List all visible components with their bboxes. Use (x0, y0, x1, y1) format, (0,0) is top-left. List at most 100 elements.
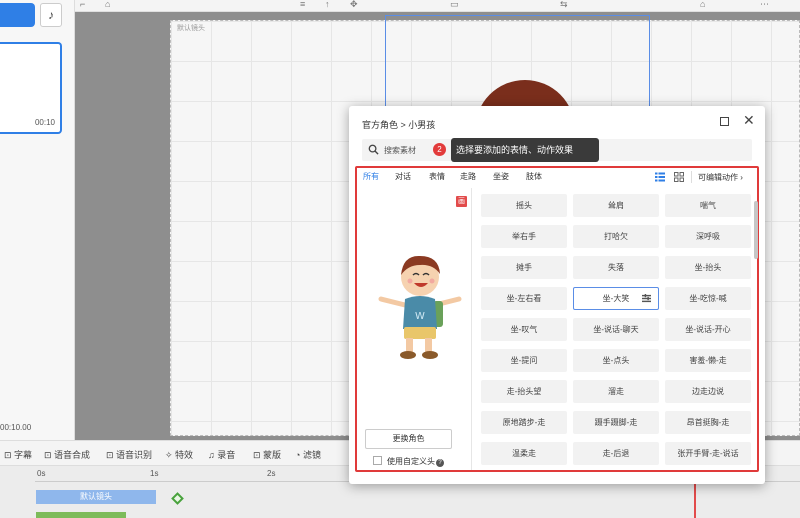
action-item-label: 举右手 (512, 232, 536, 241)
action-item-label: 坐-叹气 (510, 325, 538, 334)
ruler-tick: 2s (267, 469, 276, 478)
tool-record[interactable]: ♫ 录音 (208, 448, 235, 461)
action-item[interactable]: 边走边说 (665, 380, 751, 403)
canvas-label: 默认镜头 (177, 25, 205, 32)
edit-action-icon[interactable] (642, 294, 651, 303)
help-icon[interactable]: ? (436, 459, 444, 467)
action-item[interactable]: 张开手臂-走-说话 (665, 442, 751, 465)
action-item[interactable]: 举右手 (481, 225, 567, 248)
action-item-label: 深呼吸 (696, 232, 720, 241)
tab-dialogue[interactable]: 对话 (395, 171, 411, 182)
editable-actions-link[interactable]: 可编辑动作 › (698, 172, 743, 183)
action-item-label: 耸肩 (608, 201, 624, 210)
preview-tag[interactable]: 画 (456, 196, 467, 207)
current-time: 00:10.00 (0, 423, 32, 432)
grid-view-icon[interactable] (674, 172, 684, 182)
action-picker-dialog: 官方角色 > 小男孩 ✕ 所有 对话 表情 走路 坐姿 肢体 可编辑动作 › 画 (349, 106, 765, 484)
tool-asr[interactable]: ⊡ 语音识别 (106, 448, 152, 461)
action-item[interactable]: 坐-说话-聊天 (573, 318, 659, 341)
action-item-label: 温柔走 (512, 449, 536, 458)
step-badge: 2 (433, 143, 446, 156)
action-item[interactable]: 坐-大笑 (573, 287, 659, 310)
tab-expression[interactable]: 表情 (429, 171, 445, 182)
custom-head-checkbox[interactable] (373, 456, 382, 465)
action-item-label: 走-抬头望 (506, 387, 542, 396)
lock-icon[interactable]: ⌂ (700, 0, 710, 9)
more-icon[interactable]: ⋯ (760, 0, 770, 9)
close-icon[interactable]: ✕ (743, 113, 755, 127)
action-item-label: 坐-大笑 (602, 294, 630, 303)
action-item[interactable]: 深呼吸 (665, 225, 751, 248)
add-scene-button[interactable] (0, 3, 35, 27)
tab-body[interactable]: 肢体 (526, 171, 542, 182)
action-item[interactable]: 坐-叹气 (481, 318, 567, 341)
action-item[interactable]: 走-抬头望 (481, 380, 567, 403)
action-item[interactable]: 原地踏步-走 (481, 411, 567, 434)
boy-character-illustration: W (378, 255, 462, 359)
timeline-clip[interactable]: 默认镜头 (36, 490, 156, 504)
action-item-label: 害羞-懒-走 (689, 356, 727, 365)
action-item[interactable]: 坐-提问 (481, 349, 567, 372)
action-item-label: 摇头 (516, 201, 532, 210)
guide-tooltip: 选择要添加的表情、动作效果 (451, 138, 599, 162)
tab-sitting[interactable]: 坐姿 (493, 171, 509, 182)
action-item[interactable]: 温柔走 (481, 442, 567, 465)
action-item-label: 溜走 (608, 387, 624, 396)
action-item[interactable]: 坐-抬头 (665, 256, 751, 279)
top-toolbar: ⌐ ⌂ ≡ ↑ ✥ ▭ ⇆ ⌂ ⋯ (0, 0, 800, 12)
action-item-label: 喘气 (700, 201, 716, 210)
ruler-tick: 0s (37, 469, 46, 478)
action-item[interactable]: 坐-说话-开心 (665, 318, 751, 341)
maximize-icon[interactable] (720, 117, 729, 126)
action-item[interactable]: 摇头 (481, 194, 567, 217)
music-icon[interactable]: ♪ (40, 3, 62, 27)
action-item[interactable]: 失落 (573, 256, 659, 279)
action-item-label: 坐-左右看 (506, 294, 542, 303)
action-item-label: 打哈欠 (604, 232, 628, 241)
action-item[interactable]: 溜走 (573, 380, 659, 403)
tool-effects[interactable]: ✧ 特效 (165, 448, 193, 461)
undo-icon[interactable]: ⌐ (80, 0, 90, 9)
layer-icon[interactable]: ▭ (450, 0, 460, 9)
action-item-label: 张开手臂-走-说话 (677, 449, 739, 458)
action-item[interactable]: 昂首挺胸-走 (665, 411, 751, 434)
action-item-label: 摊手 (516, 263, 532, 272)
action-item[interactable]: 坐-左右看 (481, 287, 567, 310)
flip-icon[interactable]: ⇆ (560, 0, 570, 9)
action-item[interactable]: 坐-点头 (573, 349, 659, 372)
action-item[interactable]: 坐-吃惊-喊 (665, 287, 751, 310)
keyframe-icon[interactable] (171, 492, 184, 505)
scene-panel: ♪ 00:10 00:10.00 (0, 0, 75, 440)
custom-head-option[interactable]: 使用自定义头? (373, 456, 444, 467)
tool-subtitle[interactable]: ⊡ 字幕 (4, 448, 32, 461)
list-view-icon[interactable] (655, 172, 665, 182)
action-item[interactable]: 蹑手蹑脚-走 (573, 411, 659, 434)
action-item[interactable]: 害羞-懒-走 (665, 349, 751, 372)
tool-tts[interactable]: ⊡ 语音合成 (44, 448, 90, 461)
chevron-right-icon: › (740, 173, 743, 182)
action-item-label: 坐-吃惊-喊 (689, 294, 727, 303)
action-item[interactable]: 摊手 (481, 256, 567, 279)
action-item[interactable]: 走-后退 (573, 442, 659, 465)
tab-walk[interactable]: 走路 (460, 171, 476, 182)
tab-all[interactable]: 所有 (363, 171, 379, 182)
action-item-label: 坐-说话-聊天 (593, 325, 639, 334)
divider (691, 171, 692, 183)
align-icon[interactable]: ≡ (300, 0, 310, 9)
save-icon[interactable]: ⌂ (105, 0, 115, 9)
action-item-label: 边走边说 (692, 387, 724, 396)
tool-filter[interactable]: ◔ 滤镜 (295, 448, 321, 461)
arrow-up-icon[interactable]: ↑ (325, 0, 335, 9)
action-item[interactable]: 耸肩 (573, 194, 659, 217)
change-role-button[interactable]: 更换角色 (365, 429, 452, 449)
tool-mask[interactable]: ⊡ 蒙版 (253, 448, 281, 461)
timeline-track-bar[interactable] (36, 512, 126, 518)
action-item-label: 坐-说话-开心 (685, 325, 731, 334)
action-item[interactable]: 打哈欠 (573, 225, 659, 248)
action-item[interactable]: 喘气 (665, 194, 751, 217)
scrollbar[interactable] (754, 201, 758, 259)
action-item-label: 坐-提问 (510, 356, 538, 365)
move-icon[interactable]: ✥ (350, 0, 360, 9)
svg-text:W: W (415, 311, 425, 322)
scene-thumbnail[interactable]: 00:10 (0, 42, 62, 134)
